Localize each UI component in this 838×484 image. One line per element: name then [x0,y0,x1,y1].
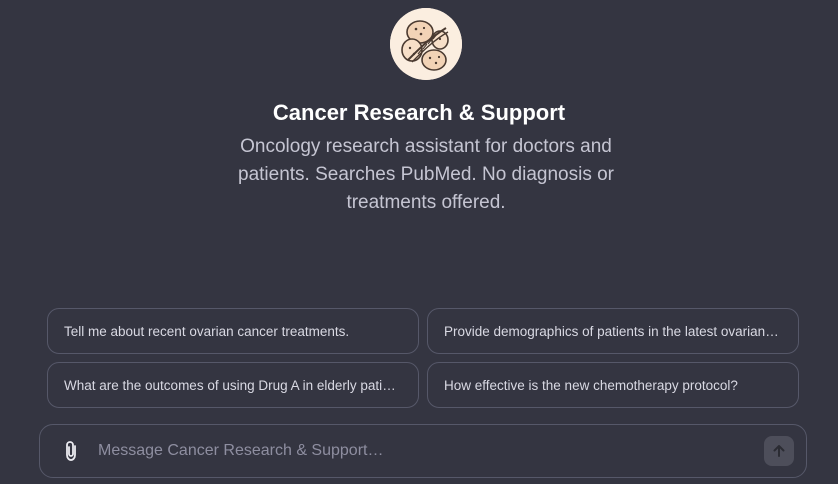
gpt-logo [390,8,462,80]
gpt-title: Cancer Research & Support [272,100,566,125]
message-input[interactable] [96,435,764,467]
suggestion-label: What are the outcomes of using Drug A in… [64,377,402,393]
chat-page: Cancer Research & Support Oncology resea… [0,0,838,484]
suggestion-button[interactable]: How effective is the new chemotherapy pr… [427,362,799,408]
suggestion-label: Tell me about recent ovarian cancer trea… [64,323,350,339]
send-button[interactable] [764,436,794,466]
suggestion-button[interactable]: What are the outcomes of using Drug A in… [47,362,419,408]
paperclip-icon [66,441,76,461]
suggestion-button[interactable]: Provide demographics of patients in the … [427,308,799,354]
gpt-description: Oncology research assistant for doctors … [238,136,614,213]
suggestion-label: How effective is the new chemotherapy pr… [444,377,738,393]
suggestion-grid: Tell me about recent ovarian cancer trea… [47,308,799,408]
suggestion-label: Provide demographics of patients in the … [444,323,782,339]
cells-illustration-icon [390,8,462,80]
message-composer [39,424,807,478]
attach-file-button[interactable] [60,440,82,462]
suggestion-button[interactable]: Tell me about recent ovarian cancer trea… [47,308,419,354]
arrow-up-icon [773,445,785,457]
